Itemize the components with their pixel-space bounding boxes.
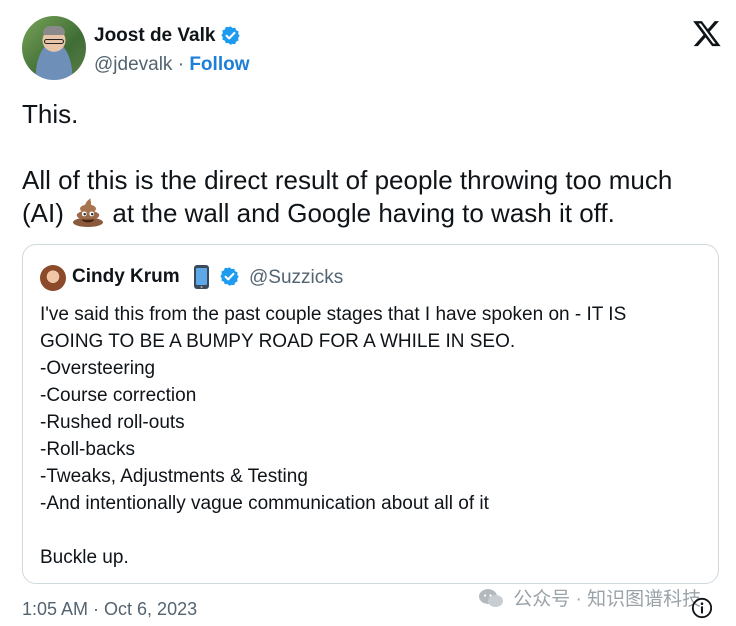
quoted-line: GOING TO BE A BUMPY ROAD FOR A WHILE IN … — [40, 331, 516, 352]
info-icon[interactable] — [691, 597, 713, 619]
handle-separator: · — [177, 54, 185, 75]
follow-button[interactable]: Follow — [189, 54, 249, 75]
tweet-line-3: (AI) at the wall and Google having to wa… — [22, 197, 722, 230]
tweet-ai-text: (AI) — [22, 198, 64, 228]
tweet-line-1: This. — [22, 99, 79, 129]
author-handle-row: @jdevalk · Follow — [94, 54, 249, 76]
pile-of-poo-icon — [73, 198, 104, 227]
x-logo-icon[interactable] — [692, 18, 722, 48]
tweet-line-2: All of this is the direct result of peop… — [22, 165, 673, 195]
quoted-line: -Tweaks, Adjustments & Testing — [40, 466, 308, 487]
verified-badge-icon — [221, 26, 240, 45]
quoted-closing-line: Buckle up. — [40, 547, 129, 568]
quoted-line: -And intentionally vague communication a… — [40, 493, 489, 514]
quoted-tweet-card[interactable]: Cindy Krum @Suzzicks I've said this from… — [22, 244, 719, 584]
tweet-timestamp[interactable]: 1:05 AM · Oct 6, 2023 — [22, 599, 197, 620]
verified-badge-icon — [220, 267, 239, 286]
watermark-text: 公众号 · 知识图谱科技 — [513, 589, 702, 610]
quoted-line: -Rushed roll-outs — [40, 412, 185, 433]
wechat-icon — [479, 589, 503, 607]
quoted-author-name[interactable]: Cindy Krum — [72, 266, 180, 288]
author-name[interactable]: Joost de Valk — [94, 25, 215, 47]
quoted-line: -Course correction — [40, 385, 197, 406]
quoted-line: -Oversteering — [40, 358, 156, 379]
watermark: 公众号 · 知识图谱科技 — [478, 584, 701, 611]
quoted-tweet-text: I've said this from the past couple stag… — [40, 301, 710, 571]
tweet-text: This. All of this is the direct result o… — [22, 98, 722, 230]
quoted-line: I've said this from the past couple stag… — [40, 304, 627, 325]
tweet-header: Joost de Valk @jdevalk · Follow — [22, 16, 722, 82]
quoted-author-avatar[interactable] — [40, 265, 66, 291]
author-handle[interactable]: @jdevalk — [94, 54, 172, 75]
mobile-phone-icon — [194, 265, 209, 289]
tweet-rest-text: at the wall and Google having to wash it… — [112, 198, 615, 228]
author-avatar[interactable] — [22, 16, 86, 80]
quoted-author-handle[interactable]: @Suzzicks — [249, 267, 343, 289]
quoted-line: -Roll-backs — [40, 439, 136, 460]
